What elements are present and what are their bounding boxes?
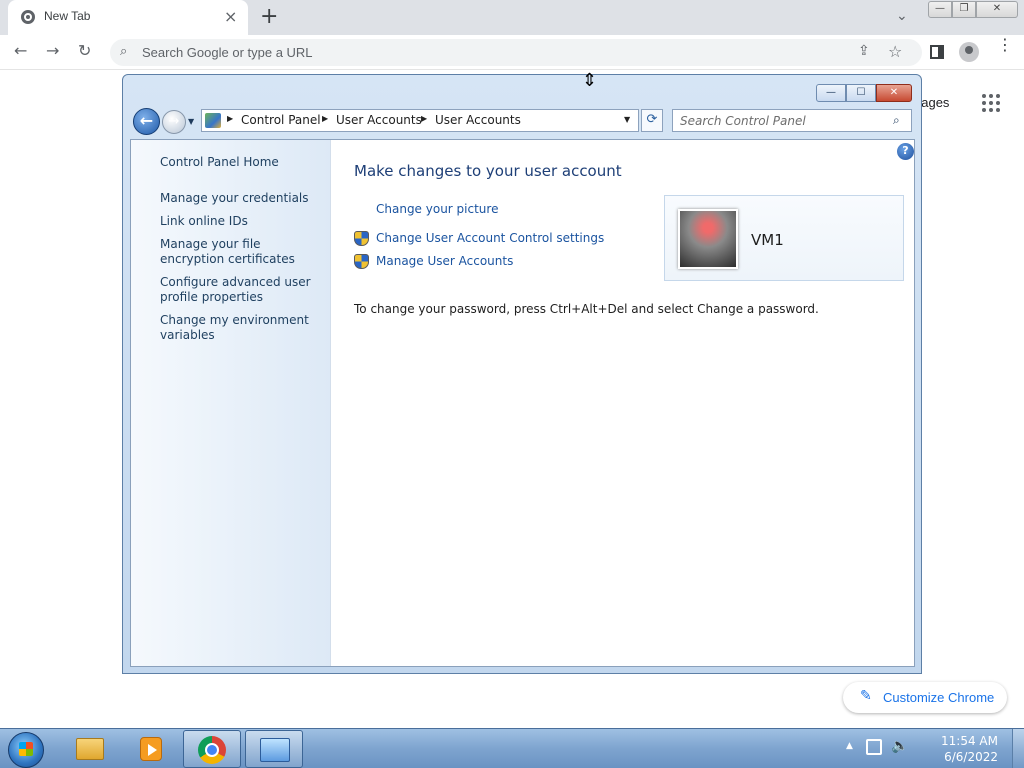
clock-time[interactable]: 11:54 AM: [926, 734, 998, 748]
new-tab-button[interactable]: +: [260, 4, 278, 29]
refresh-button[interactable]: ⟳: [641, 109, 663, 132]
user-account-tile: VM1: [664, 195, 904, 281]
recent-pages-icon[interactable]: ▼: [188, 117, 194, 126]
resize-cursor-icon: ⇕: [582, 70, 598, 91]
tab-close-icon[interactable]: ×: [224, 7, 237, 26]
page-title: Make changes to your user account: [354, 162, 622, 180]
cp-forward-button[interactable]: →: [162, 110, 186, 134]
omnibox[interactable]: ⌕ Search Google or type a URL ⇪ ☆: [110, 39, 922, 66]
profile-avatar-icon[interactable]: [959, 42, 979, 62]
nav-file-encryption-certificates[interactable]: Manage your file encryption certificates: [160, 237, 325, 267]
search-icon[interactable]: ⌕: [893, 113, 900, 128]
taskbar: ▲ 🔈 11:54 AM 6/6/2022: [0, 728, 1024, 768]
forward-icon[interactable]: →: [46, 41, 59, 60]
password-note: To change your password, press Ctrl+Alt+…: [354, 302, 819, 316]
cp-close-button[interactable]: ✕: [876, 84, 912, 102]
breadcrumb-user-accounts[interactable]: User Accounts: [336, 113, 422, 127]
uac-settings-link[interactable]: Change User Account Control settings: [376, 231, 604, 245]
network-icon[interactable]: [866, 739, 882, 755]
back-icon[interactable]: ←: [14, 41, 27, 60]
cp-minimize-button[interactable]: —: [816, 84, 846, 102]
main-pane: ? Make changes to your user account Chan…: [331, 140, 914, 666]
help-icon[interactable]: ?: [897, 143, 914, 160]
chrome-tabstrip: New Tab × + ⌄ — ❐ ✕: [0, 0, 1024, 35]
reload-icon[interactable]: ↻: [78, 41, 91, 60]
window-restore-button[interactable]: ❐: [952, 1, 976, 18]
media-player-icon: [140, 737, 162, 761]
side-panel-icon[interactable]: [930, 45, 944, 59]
chrome-icon: [198, 736, 226, 764]
nav-environment-variables[interactable]: Change my environment variables: [160, 313, 325, 343]
google-apps-icon[interactable]: [982, 94, 1000, 112]
search-icon: ⌕: [120, 44, 128, 59]
nav-link-online-ids[interactable]: Link online IDs: [160, 214, 325, 229]
taskbar-explorer[interactable]: [60, 730, 118, 768]
pencil-icon: ✎: [860, 688, 872, 704]
folder-icon: [76, 738, 104, 760]
chrome-toolbar: ← → ↻ ⌕ Search Google or type a URL ⇪ ☆: [0, 35, 1024, 70]
tab-title: New Tab: [44, 9, 91, 23]
search-placeholder: Search Control Panel: [680, 114, 806, 128]
taskbar-media-player[interactable]: [120, 730, 178, 768]
search-control-panel-input[interactable]: Search Control Panel ⌕: [672, 109, 912, 132]
manage-user-accounts-link[interactable]: Manage User Accounts: [376, 254, 513, 268]
start-button[interactable]: [8, 732, 44, 768]
change-picture-link[interactable]: Change your picture: [376, 202, 498, 216]
show-desktop-button[interactable]: [1012, 729, 1024, 768]
address-bar[interactable]: ▶ Control Panel ▶ User Accounts ▶ User A…: [201, 109, 639, 132]
uac-shield-icon: [354, 254, 369, 269]
window-close-button[interactable]: ✕: [976, 1, 1018, 18]
breadcrumb-arrow-icon[interactable]: ▶: [421, 114, 427, 123]
control-panel-content: Control Panel Home Manage your credentia…: [130, 139, 915, 667]
cp-maximize-button[interactable]: ☐: [846, 84, 876, 102]
uac-shield-icon: [354, 231, 369, 246]
breadcrumb-arrow-icon[interactable]: ▶: [227, 114, 233, 123]
nav-control-panel-home[interactable]: Control Panel Home: [160, 155, 325, 170]
window-minimize-button[interactable]: —: [928, 1, 952, 18]
show-hidden-icons-icon[interactable]: ▲: [846, 741, 853, 751]
share-icon[interactable]: ⇪: [858, 43, 870, 59]
chrome-menu-icon[interactable]: ⋮: [997, 37, 1013, 53]
customize-chrome-label: Customize Chrome: [883, 690, 995, 705]
control-panel-icon: [205, 113, 221, 128]
taskbar-chrome[interactable]: [183, 730, 241, 768]
nav-advanced-profile-properties[interactable]: Configure advanced user profile properti…: [160, 275, 325, 305]
chrome-favicon-icon: [21, 10, 35, 24]
control-panel-icon: [260, 738, 290, 762]
breadcrumb-control-panel[interactable]: Control Panel: [241, 113, 321, 127]
cp-back-button[interactable]: ←: [133, 108, 160, 135]
user-name: VM1: [751, 231, 784, 249]
control-panel-window: — ☐ ✕ ← → ▼ ▶ Control Panel ▶ User Accou…: [122, 74, 922, 674]
bookmark-star-icon[interactable]: ☆: [888, 42, 902, 61]
taskbar-control-panel[interactable]: [245, 730, 303, 768]
customize-chrome-button[interactable]: ✎ Customize Chrome: [843, 682, 1007, 713]
address-dropdown-icon[interactable]: ▼: [624, 115, 630, 124]
tab-search-icon[interactable]: ⌄: [896, 8, 908, 24]
clock-date[interactable]: 6/6/2022: [926, 750, 998, 764]
breadcrumb-user-accounts-current[interactable]: User Accounts: [435, 113, 521, 127]
task-pane: Control Panel Home Manage your credentia…: [131, 140, 331, 666]
user-picture-icon: [678, 209, 738, 269]
omnibox-placeholder: Search Google or type a URL: [142, 45, 313, 60]
volume-icon[interactable]: 🔈: [891, 738, 908, 754]
breadcrumb-arrow-icon[interactable]: ▶: [322, 114, 328, 123]
nav-manage-credentials[interactable]: Manage your credentials: [160, 191, 325, 206]
tab-new-tab[interactable]: New Tab ×: [8, 0, 248, 35]
